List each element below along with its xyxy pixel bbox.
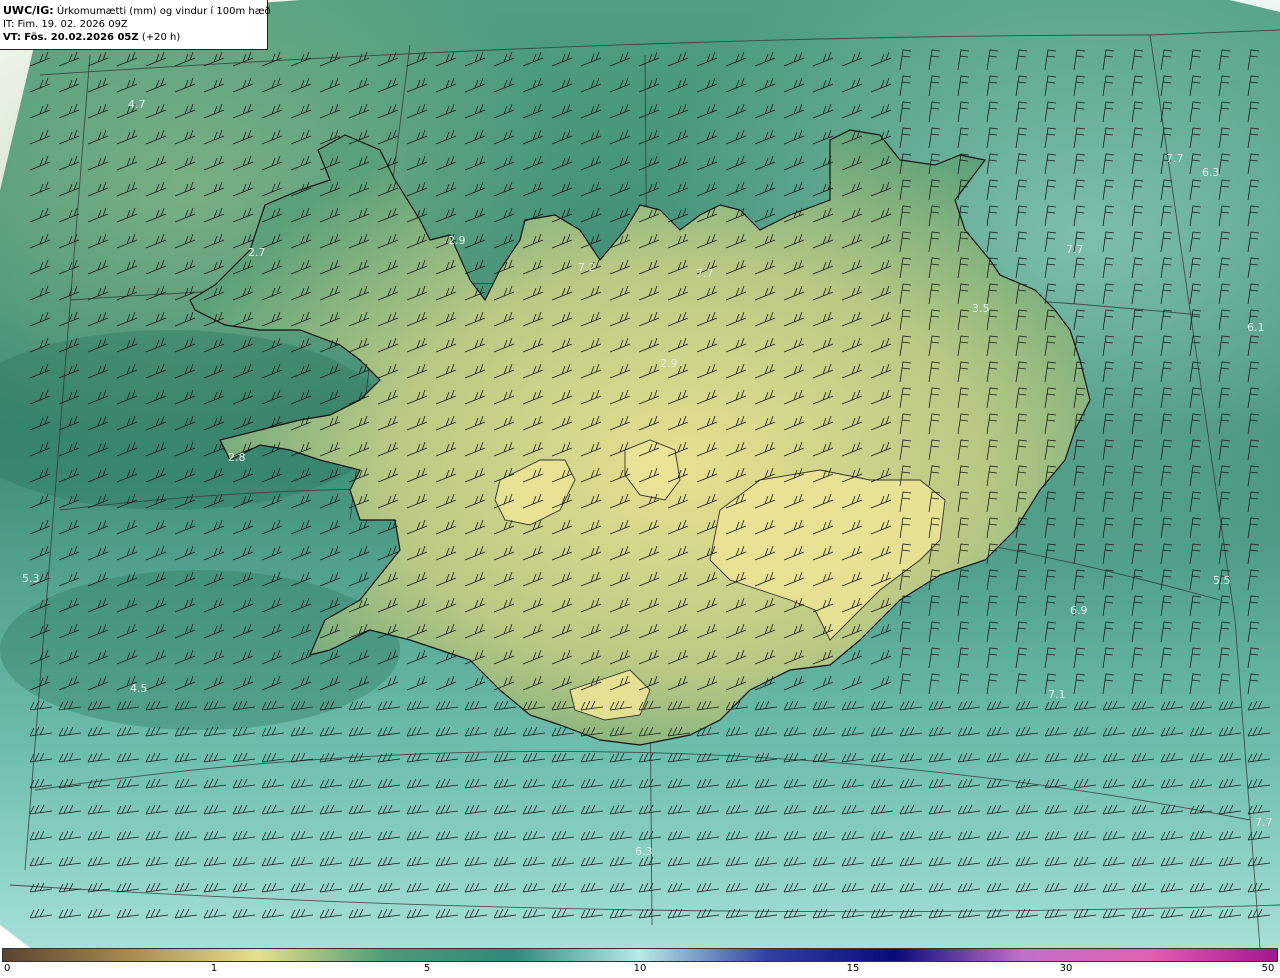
colorbar: 0 1 5 10 15 30 50 <box>0 948 1280 978</box>
value-label: 7.7 <box>1166 152 1184 165</box>
it-value: Fim. 19. 02. 2026 09Z <box>17 19 128 30</box>
value-label: 2.9 <box>448 234 466 247</box>
value-label: 2.7 <box>248 246 266 259</box>
colorbar-tick-30: 30 <box>1059 963 1073 974</box>
value-label: 4.5 <box>130 682 148 695</box>
value-label: 2.9 <box>660 357 678 370</box>
field-overlay <box>0 570 400 730</box>
value-label: 7.7 <box>1066 243 1084 256</box>
value-label: 7.2 <box>578 261 596 274</box>
colorbar-tick-1: 1 <box>210 963 218 974</box>
info-it-row: IT: Fim. 19. 02. 2026 09Z <box>3 18 267 31</box>
it-label: IT: <box>3 19 15 30</box>
value-label: 3.5 <box>972 302 990 315</box>
vt-lead: (+20 h) <box>141 32 181 43</box>
map-viewer: 4.7 2.7 2.9 7.2 7.7 3.5 7.7 6.3 7.7 6.1 2.9 2.8 5.3 4… <box>0 0 1280 978</box>
value-label: 6.1 <box>1247 321 1265 334</box>
value-label: 5.5 <box>1213 574 1231 587</box>
value-label: 5.3 <box>22 572 40 585</box>
colorbar-strip <box>2 948 1278 962</box>
value-label: 6.3 <box>635 845 653 858</box>
colorbar-tick-5: 5 <box>423 963 431 974</box>
colorbar-tick-15: 15 <box>846 963 860 974</box>
value-label: 7.1 <box>1048 688 1066 701</box>
colorbar-tick-0: 0 <box>4 963 11 974</box>
vt-label: VT: <box>3 32 22 43</box>
colorbar-tick-50: 50 <box>1261 963 1275 974</box>
weather-map[interactable]: 4.7 2.7 2.9 7.2 7.7 3.5 7.7 6.3 7.7 6.1 2.9 2.8 5.3 4… <box>0 0 1280 948</box>
value-label: 7.7 <box>696 267 714 280</box>
value-label: 6.3 <box>1202 166 1220 179</box>
colorbar-tick-10: 10 <box>633 963 647 974</box>
vt-value: Fös. 20.02.2026 05Z <box>24 32 139 43</box>
value-label: 7.7 <box>1255 816 1273 829</box>
map-info-box: UWC/IG: Úrkomumætti (mm) og vindur í 100… <box>0 0 271 50</box>
value-label: 4.7 <box>128 98 146 111</box>
info-vt-row: VT: Fös. 20.02.2026 05Z (+20 h) <box>3 31 267 44</box>
value-label: 2.8 <box>228 451 246 464</box>
product-code: UWC/IG: <box>3 4 54 17</box>
value-label: 6.9 <box>1070 604 1088 617</box>
info-title-row: UWC/IG: Úrkomumætti (mm) og vindur í 100… <box>3 4 271 18</box>
product-description: Úrkomumætti (mm) og vindur í 100m hæð <box>56 6 271 17</box>
